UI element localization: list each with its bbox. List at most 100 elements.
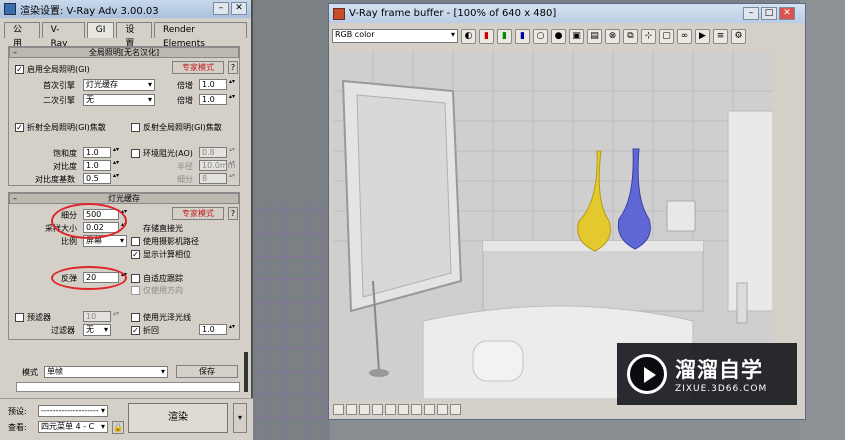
load-image-icon[interactable]: ▤ xyxy=(587,28,602,44)
render-last-icon[interactable]: ▶ xyxy=(695,28,710,44)
render-options-button[interactable]: ▾ xyxy=(233,403,247,433)
track-mouse-icon[interactable]: ⊹ xyxy=(641,28,656,44)
preset-label: 预设: xyxy=(8,406,27,416)
ao-spinner[interactable]: 0.8 xyxy=(199,147,235,158)
primary-engine-row: 首次引擎 xyxy=(43,79,75,91)
save-button[interactable]: 保存 xyxy=(176,365,238,378)
mode-dropdown[interactable]: 单帧 xyxy=(44,366,168,378)
clear-image-icon[interactable]: ⊗ xyxy=(605,28,620,44)
prefilter-row[interactable]: 预滤器 xyxy=(15,311,51,323)
lc-help-button[interactable]: ? xyxy=(228,207,238,220)
fb-maximize-button[interactable]: □ xyxy=(761,7,777,20)
gi-help-button[interactable]: ? xyxy=(228,61,238,74)
link-icon[interactable]: ∞ xyxy=(677,28,692,44)
ao-subdivs-spinner[interactable]: 8 xyxy=(199,173,235,184)
channel-dropdown[interactable]: RGB color xyxy=(332,29,458,43)
refractive-caustics-row[interactable]: ✓ 折射全局照明(GI)焦散 xyxy=(15,121,106,133)
secondary-multiplier-spinner[interactable]: 1.0 xyxy=(199,94,235,105)
dialog-title: 渲染设置: V-Ray Adv 3.00.03 xyxy=(20,5,159,17)
gi-rollout-header[interactable]: – 全局照明[无名汉化] xyxy=(9,47,239,58)
lock-view-icon[interactable]: 🔒 xyxy=(112,421,124,434)
close-button[interactable]: ✕ xyxy=(231,2,247,15)
stamp-icon[interactable] xyxy=(450,403,461,415)
adaptive-tracing-checkbox[interactable] xyxy=(131,273,140,283)
reflective-caustics-row[interactable]: 反射全局照明(GI)焦散 xyxy=(131,121,222,133)
tab-vray[interactable]: V-Ray xyxy=(41,22,85,49)
enable-gi-checkbox[interactable]: ✓ xyxy=(15,64,24,74)
play-logo-icon xyxy=(627,354,667,394)
color-balance-icon[interactable]: ◐ xyxy=(461,28,476,44)
directions-only-label: 仅使用方向 xyxy=(143,285,183,295)
retrace-label: 折回 xyxy=(143,325,159,335)
levels-icon[interactable] xyxy=(385,403,396,415)
bg-image-icon[interactable] xyxy=(411,403,422,415)
lens-effects-icon[interactable] xyxy=(346,403,357,415)
tab-gi[interactable]: GI xyxy=(86,22,115,38)
history-toggle-icon[interactable] xyxy=(333,403,344,415)
retrace-spinner[interactable]: 1.0 xyxy=(199,324,235,335)
alpha-view-icon[interactable]: ● xyxy=(551,28,566,44)
contrast-base-spinner[interactable]: 0.5 xyxy=(83,173,119,184)
lc-expert-mode-button[interactable]: 专家模式 xyxy=(172,207,224,220)
save-image-icon[interactable]: ▣ xyxy=(569,28,584,44)
fb-minimize-button[interactable]: – xyxy=(743,7,759,20)
lut-icon[interactable] xyxy=(424,403,435,415)
prefilter-checkbox[interactable] xyxy=(15,312,24,322)
blue-channel-icon[interactable]: ▮ xyxy=(515,28,530,44)
store-direct-row[interactable]: 存储直接光 xyxy=(143,222,183,234)
preset-dropdown[interactable]: -------------------- xyxy=(38,405,108,417)
fb-titlebar[interactable]: V-Ray frame buffer - [100% of 640 x 480] xyxy=(329,4,805,23)
dialog-bottom-bar: 预设: -------------------- 查看: 四元菜单 4 - C … xyxy=(0,398,253,440)
show-calc-row[interactable]: ✓ 显示计算相位 xyxy=(131,248,191,260)
enable-gi-row[interactable]: ✓ 启用全局照明(GI) xyxy=(15,63,90,75)
contrast-base-label: 对比度基数 xyxy=(35,174,75,184)
tab-settings[interactable]: 设置 xyxy=(116,22,152,49)
secondary-engine-dropdown[interactable]: 无 xyxy=(83,94,155,106)
reflective-caustics-checkbox[interactable] xyxy=(131,122,140,132)
curves-icon[interactable] xyxy=(398,403,409,415)
watermark-url: ZIXUE.3D66.COM xyxy=(675,384,768,394)
show-calc-checkbox[interactable]: ✓ xyxy=(131,249,140,259)
green-channel-icon[interactable]: ▮ xyxy=(497,28,512,44)
glossy-rays-row[interactable]: 使用光泽光线 xyxy=(131,311,191,323)
directions-only-row[interactable]: 仅使用方向 xyxy=(131,284,183,296)
secondary-engine-label: 二次引擎 xyxy=(43,95,75,105)
fb-close-button[interactable]: ✕ xyxy=(779,7,795,20)
saturation-spinner[interactable]: 1.0 xyxy=(83,147,119,158)
ao-row[interactable]: 环境阻光(AO) xyxy=(131,147,193,159)
minimize-button[interactable]: – xyxy=(213,2,229,15)
gi-expert-mode-button[interactable]: 专家模式 xyxy=(172,61,224,74)
retrace-checkbox[interactable]: ✓ xyxy=(131,325,140,335)
ocio-icon[interactable] xyxy=(437,403,448,415)
light-cache-header[interactable]: – 灯光缓存 xyxy=(9,193,239,204)
filter-dropdown[interactable]: 无 xyxy=(83,324,111,336)
tab-common[interactable]: 公用 xyxy=(4,22,40,49)
contrast-spinner[interactable]: 1.0 xyxy=(83,160,119,171)
info-icon[interactable] xyxy=(359,403,370,415)
retrace-row[interactable]: ✓ 折回 xyxy=(131,324,159,336)
view-dropdown[interactable]: 四元菜单 4 - C xyxy=(38,421,108,433)
history-icon[interactable]: ≡ xyxy=(713,28,728,44)
camera-path-checkbox[interactable] xyxy=(131,236,140,246)
adaptive-tracing-row[interactable]: 自适应跟踪 xyxy=(131,272,183,284)
exposure-icon[interactable] xyxy=(372,403,383,415)
mono-view-icon[interactable]: ○ xyxy=(533,28,548,44)
camera-path-row[interactable]: 使用摄影机路径 xyxy=(131,235,199,247)
glossy-rays-checkbox[interactable] xyxy=(131,312,140,322)
settings-icon[interactable]: ⚙ xyxy=(731,28,746,44)
directions-only-checkbox[interactable] xyxy=(131,285,140,295)
tab-render-elements[interactable]: Render Elements xyxy=(153,22,247,49)
dialog-scrollbar[interactable] xyxy=(244,352,248,392)
red-channel-icon[interactable]: ▮ xyxy=(479,28,494,44)
render-button[interactable]: 渲染 xyxy=(128,403,228,433)
prefilter-spinner[interactable]: 10 xyxy=(83,311,119,322)
duplicate-icon[interactable]: ⧉ xyxy=(623,28,638,44)
primary-multiplier-spinner[interactable]: 1.0 xyxy=(199,79,235,90)
primary-engine-dropdown[interactable]: 灯光缓存 xyxy=(83,79,155,91)
refractive-caustics-checkbox[interactable]: ✓ xyxy=(15,122,24,132)
ao-radius-spinner[interactable]: 10.0mm xyxy=(199,160,235,171)
region-render-icon[interactable]: ▢ xyxy=(659,28,674,44)
refractive-caustics-label: 折射全局照明(GI)焦散 xyxy=(27,122,106,132)
ao-radius-label: 半径 xyxy=(177,161,193,171)
ao-checkbox[interactable] xyxy=(131,148,140,158)
